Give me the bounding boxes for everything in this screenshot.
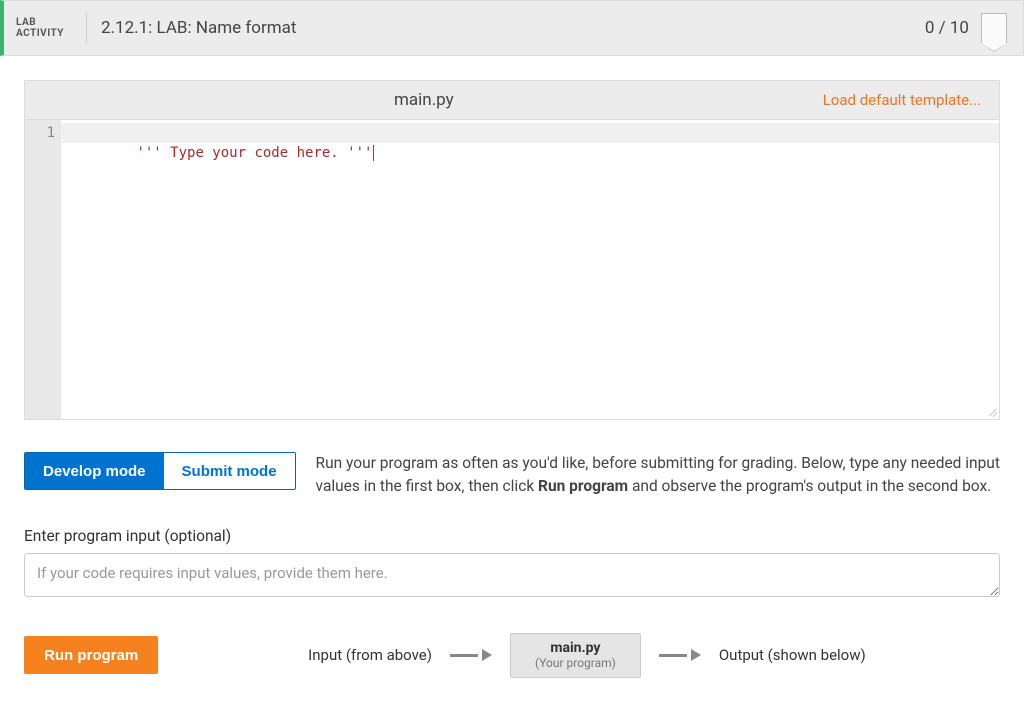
run-program-button[interactable]: Run program	[24, 636, 158, 674]
editor-section: main.py Load default template... 1 ''' T…	[24, 80, 1000, 420]
develop-mode-button[interactable]: Develop mode	[25, 453, 164, 489]
text-cursor	[373, 145, 374, 161]
program-box: main.py (Your program)	[510, 633, 641, 678]
resize-handle-icon[interactable]	[985, 405, 997, 417]
bookmark-icon[interactable]	[981, 13, 1007, 43]
instructions-text: Run your program as often as you'd like,…	[316, 452, 1000, 499]
lab-label-line1: LAB	[16, 17, 78, 28]
code-area[interactable]: ''' Type your code here. '''	[61, 120, 999, 419]
editor-gutter: 1	[25, 120, 61, 419]
instructions-bold: Run program	[538, 477, 628, 495]
code-editor[interactable]: 1 ''' Type your code here. '''	[24, 120, 1000, 420]
arrow-icon-2	[659, 649, 701, 661]
mode-row: Develop mode Submit mode Run your progra…	[24, 452, 1000, 499]
run-row: Run program Input (from above) main.py (…	[24, 633, 1000, 678]
lab-header: LAB ACTIVITY 2.12.1: LAB: Name format 0 …	[0, 0, 1024, 56]
program-box-title: main.py	[535, 640, 616, 657]
lab-label-line2: ACTIVITY	[16, 28, 78, 39]
program-input-section: Enter program input (optional)	[24, 527, 1000, 601]
editor-tab-bar: main.py Load default template...	[24, 80, 1000, 120]
flow-input-label: Input (from above)	[308, 646, 432, 664]
load-default-template-link[interactable]: Load default template...	[823, 91, 999, 109]
lab-score: 0 / 10	[925, 18, 969, 38]
program-box-subtitle: (Your program)	[535, 656, 616, 670]
editor-filename: main.py	[25, 90, 823, 110]
program-input-textarea[interactable]	[24, 553, 1000, 597]
instructions-post: and observe the program's output in the …	[628, 477, 991, 495]
header-divider	[86, 12, 87, 44]
code-line-1: ''' Type your code here. '''	[69, 123, 993, 143]
submit-mode-button[interactable]: Submit mode	[164, 453, 295, 489]
arrow-icon-1	[450, 649, 492, 661]
code-text-1: ''' Type your code here. '''	[136, 145, 372, 161]
lab-activity-badge: LAB ACTIVITY	[16, 17, 78, 39]
program-input-label: Enter program input (optional)	[24, 527, 1000, 545]
mode-toggle: Develop mode Submit mode	[24, 452, 296, 490]
line-number-1: 1	[25, 123, 55, 143]
flow-output-label: Output (shown below)	[719, 646, 866, 664]
lab-title: 2.12.1: LAB: Name format	[101, 18, 925, 38]
